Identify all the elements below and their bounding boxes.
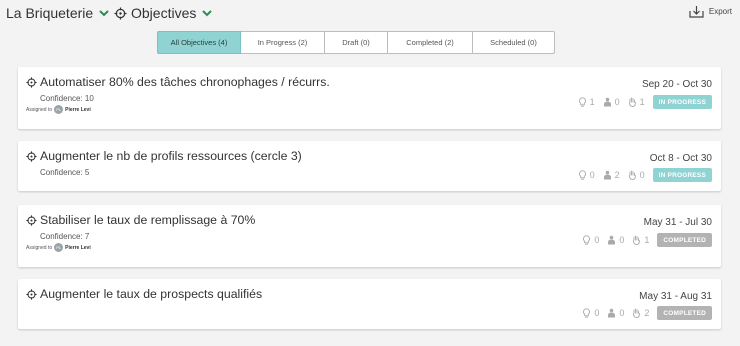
votes-count: 2 — [632, 308, 649, 318]
assigned-label: Assigned to — [26, 106, 53, 113]
target-icon — [114, 6, 127, 20]
objective-card[interactable]: Augmenter le taux de prospects qualifiés… — [18, 279, 721, 329]
lightbulb-icon — [583, 235, 591, 245]
download-icon — [689, 6, 704, 18]
objective-card[interactable]: Automatiser 80% des tâches chronophages … — [18, 67, 721, 129]
person-icon — [608, 308, 616, 318]
chevron-down-icon — [202, 10, 213, 17]
objective-dates: Sep 20 - Oct 30 — [641, 79, 712, 90]
objective-dates: May 31 - Jul 30 — [643, 217, 712, 228]
status-badge: COMPLETED — [657, 306, 712, 320]
ideas-count: 0 — [582, 235, 599, 245]
export-label: Export — [708, 7, 732, 16]
person-icon — [603, 170, 611, 180]
objective-title[interactable]: Automatiser 80% des tâches chronophages … — [40, 75, 330, 89]
tab-scheduled[interactable]: Scheduled (0) — [473, 31, 555, 54]
objective-confidence: Confidence: 10 — [40, 94, 94, 103]
votes-count: 1 — [628, 97, 645, 107]
ideas-count: 1 — [578, 97, 595, 107]
lightbulb-icon — [583, 308, 591, 318]
objective-dates: Oct 8 - Oct 30 — [649, 153, 712, 164]
assigned-to: Assigned to PL Pierre Levi — [26, 243, 91, 252]
section-name: Objectives — [131, 5, 197, 21]
top-bar: La Briqueterie Objectives Export — [0, 0, 740, 26]
objective-title-row: Augmenter le nb de profils ressources (c… — [26, 149, 302, 163]
hand-icon — [633, 308, 641, 318]
objective-dates: May 31 - Aug 31 — [639, 291, 712, 302]
target-icon — [26, 288, 37, 300]
ideas-count: 0 — [582, 308, 599, 318]
target-icon — [26, 214, 37, 226]
people-count: 0 — [607, 235, 624, 245]
objective-title[interactable]: Stabiliser le taux de remplissage à 70% — [40, 213, 255, 227]
objective-card[interactable]: Augmenter le nb de profils ressources (c… — [18, 141, 721, 191]
avatar: PL — [54, 105, 64, 114]
status-badge: COMPLETED — [657, 233, 712, 247]
assignee-name[interactable]: Pierre Levi — [65, 245, 91, 251]
objective-title-row: Automatiser 80% des tâches chronophages … — [26, 75, 330, 89]
org-name: La Briqueterie — [6, 5, 94, 21]
tab-draft[interactable]: Draft (0) — [325, 31, 388, 54]
status-badge: IN PROGRESS — [652, 168, 712, 182]
people-count: 2 — [603, 170, 620, 180]
lightbulb-icon — [578, 97, 586, 107]
objective-stats: 0 2 0 IN PROGRESS — [578, 168, 712, 182]
objective-confidence: Confidence: 7 — [40, 232, 90, 241]
tab-completed[interactable]: Completed (2) — [388, 31, 473, 54]
hand-icon — [633, 235, 641, 245]
assigned-to: Assigned to PL Pierre Levi — [26, 105, 91, 114]
hand-icon — [628, 97, 636, 107]
avatar: PL — [54, 243, 64, 252]
objective-title-row: Stabiliser le taux de remplissage à 70% — [26, 213, 255, 227]
objective-card[interactable]: Stabiliser le taux de remplissage à 70% … — [18, 205, 721, 267]
status-tabs: All Objectives (4) In Progress (2) Draft… — [157, 31, 555, 54]
objective-stats: 0 0 2 COMPLETED — [582, 306, 712, 320]
objective-title-row: Augmenter le taux de prospects qualifiés — [26, 287, 262, 301]
tab-all-objectives[interactable]: All Objectives (4) — [157, 31, 241, 54]
objective-title[interactable]: Augmenter le taux de prospects qualifiés — [40, 287, 262, 301]
lightbulb-icon — [578, 170, 586, 180]
objective-title[interactable]: Augmenter le nb de profils ressources (c… — [40, 149, 302, 163]
section-selector[interactable]: Objectives — [114, 5, 214, 21]
target-icon — [26, 150, 37, 162]
chevron-down-icon — [99, 10, 109, 17]
org-selector[interactable]: La Briqueterie — [6, 5, 111, 21]
ideas-count: 0 — [578, 170, 595, 180]
hand-icon — [628, 170, 636, 180]
assigned-label: Assigned to — [26, 244, 53, 251]
objective-stats: 1 0 1 IN PROGRESS — [578, 95, 712, 109]
assignee-name[interactable]: Pierre Levi — [65, 107, 91, 113]
votes-count: 0 — [628, 170, 645, 180]
tab-in-progress[interactable]: In Progress (2) — [241, 31, 325, 54]
status-badge: IN PROGRESS — [652, 95, 712, 109]
votes-count: 1 — [632, 235, 649, 245]
export-button[interactable]: Export — [689, 5, 732, 18]
people-count: 0 — [607, 308, 624, 318]
person-icon — [608, 235, 616, 245]
people-count: 0 — [603, 97, 620, 107]
objective-stats: 0 0 1 COMPLETED — [582, 233, 712, 247]
objective-confidence: Confidence: 5 — [40, 168, 90, 177]
person-icon — [603, 97, 611, 107]
target-icon — [26, 76, 37, 88]
